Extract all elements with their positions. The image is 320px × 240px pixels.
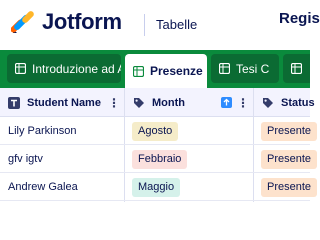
month-badge: Agosto [132, 121, 179, 141]
cell-month[interactable]: Agosto [132, 117, 179, 145]
cell-status[interactable]: Presente [261, 117, 318, 145]
page-title[interactable]: Regis [279, 10, 320, 28]
status-badge: Presente [261, 121, 318, 141]
column-header-status[interactable]: Status [254, 88, 315, 117]
table-grid-icon [15, 63, 26, 74]
tab-label: Introduzione ad A [32, 61, 121, 76]
table-row[interactable]: gfv igtv Febbraio Presente [0, 145, 318, 173]
column-header-student-name[interactable]: Student Name ⋮ [0, 88, 124, 117]
cell-status[interactable]: Presente [261, 145, 318, 173]
cell-month[interactable]: Maggio [132, 173, 181, 201]
tab-next[interactable] [283, 54, 310, 83]
sheet-tab-bar: Introduzione ad A Presenze ⋮ Tesi C [0, 50, 310, 88]
column-header-month[interactable]: Month ⋮ [125, 88, 253, 117]
logo-text[interactable]: Jotform [42, 8, 122, 36]
cell-student-name[interactable]: gfv igtv [8, 145, 43, 173]
column-label: Student Name [27, 96, 101, 109]
app-header: Jotform Tabelle Regis [0, 0, 320, 50]
tab-label: Tesi C [236, 61, 270, 76]
table-grid-icon [291, 63, 302, 74]
table-row[interactable]: Andrew Galea Maggio Presente [0, 173, 318, 201]
sort-indicator-icon[interactable] [221, 97, 232, 108]
product-name: Tabelle [156, 17, 198, 32]
column-menu-icon[interactable]: ⋮ [108, 96, 120, 110]
tab-introduzione[interactable]: Introduzione ad A [7, 54, 121, 83]
status-badge: Presente [261, 149, 318, 169]
tag-icon [263, 97, 273, 108]
tab-menu-icon[interactable]: ⋮ [203, 64, 207, 78]
header-divider [144, 14, 145, 36]
tab-presenze[interactable]: Presenze ⋮ [125, 54, 207, 88]
month-badge: Febbraio [132, 149, 188, 169]
column-label: Month [152, 96, 185, 109]
jotform-logo-icon[interactable] [11, 9, 37, 35]
cell-student-name[interactable]: Andrew Galea [8, 173, 78, 201]
column-header-row: Student Name ⋮ Month ⋮ Status [0, 88, 315, 117]
text-field-icon [8, 96, 20, 109]
tag-icon [134, 97, 144, 108]
month-badge: Maggio [132, 177, 181, 197]
cell-student-name[interactable]: Lily Parkinson [8, 117, 76, 145]
table-grid-icon [133, 65, 144, 77]
column-menu-icon[interactable]: ⋮ [237, 96, 249, 110]
cell-status[interactable]: Presente [261, 173, 318, 201]
tab-tesi-c[interactable]: Tesi C [211, 54, 279, 83]
status-badge: Presente [261, 177, 318, 197]
cell-month[interactable]: Febbraio [132, 145, 188, 173]
tab-label: Presenze [150, 64, 203, 78]
table-row[interactable]: Lily Parkinson Agosto Presente [0, 117, 318, 145]
table-grid-icon [219, 63, 230, 74]
column-label: Status [281, 96, 315, 109]
